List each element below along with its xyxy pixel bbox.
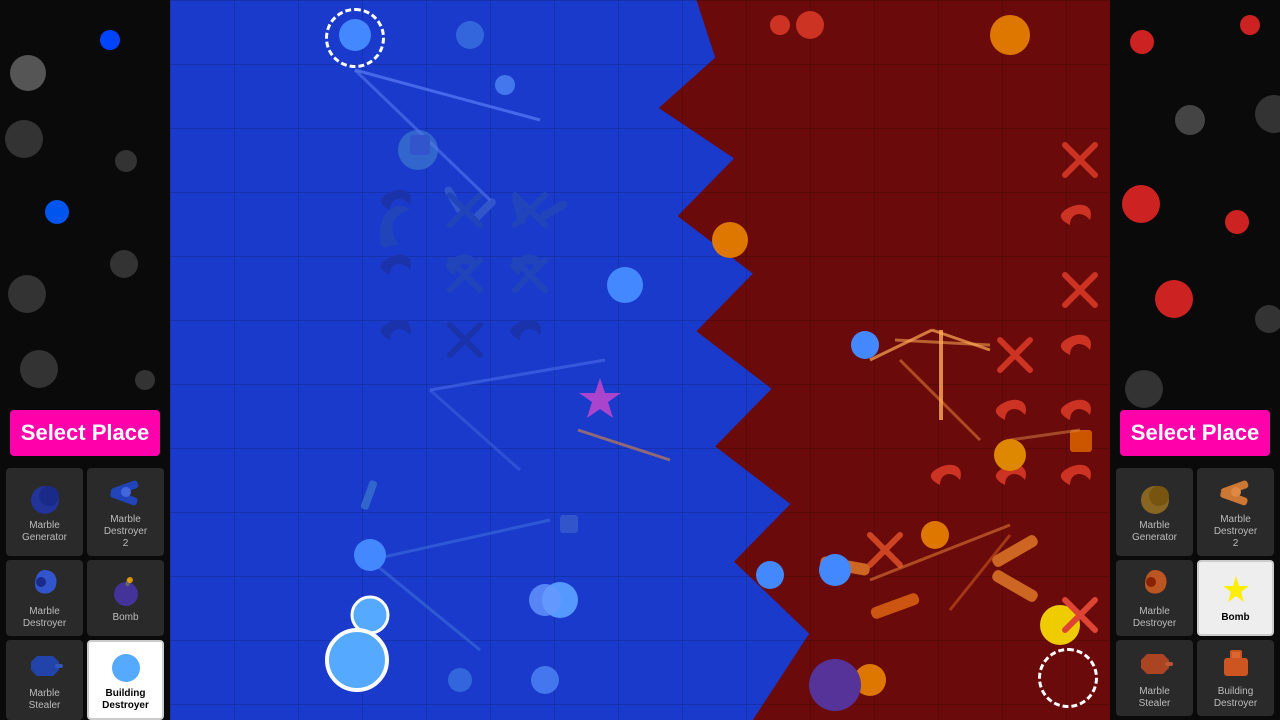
dot: [100, 30, 120, 50]
right-item-marble-destroyer-2[interactable]: MarbleDestroyer2: [1197, 468, 1274, 556]
left-item-label: MarbleDestroyer2: [104, 514, 147, 550]
blue-selected-preview: [325, 628, 389, 692]
left-item-marble-destroyer-2[interactable]: MarbleDestroyer2: [87, 468, 164, 556]
marble-stealer-icon: [27, 648, 63, 684]
right-marble-stealer-icon: [1137, 646, 1173, 682]
left-item-marble-destroyer[interactable]: MarbleDestroyer: [6, 560, 83, 636]
dot: [1155, 280, 1193, 318]
right-building-destroyer-icon: [1218, 646, 1254, 682]
left-item-label: MarbleDestroyer: [23, 606, 66, 630]
dot: [1255, 95, 1280, 133]
right-item-label: MarbleGenerator: [1132, 520, 1177, 544]
dot: [45, 200, 69, 224]
right-item-bomb[interactable]: Bomb: [1197, 560, 1274, 636]
dot: [1255, 305, 1280, 333]
dot: [1175, 105, 1205, 135]
left-item-label: MarbleStealer: [29, 688, 61, 712]
bomb-icon: [108, 572, 144, 608]
dot: [1130, 30, 1154, 54]
right-item-marble-stealer[interactable]: MarbleStealer: [1116, 640, 1193, 716]
dot: [1122, 185, 1160, 223]
marble-destroyer-icon: [27, 566, 63, 602]
dot: [115, 150, 137, 172]
marble-destroyer2-icon: [108, 474, 144, 510]
right-sidebar: Select Place MarbleGenerator: [1110, 0, 1280, 720]
marble-gen-icon: [27, 480, 63, 516]
dot: [10, 55, 46, 91]
right-marble-destroyer2-icon: [1218, 474, 1254, 510]
player-circle-right: [1038, 648, 1098, 708]
right-marble-gen-icon: [1137, 480, 1173, 516]
right-item-building-destroyer[interactable]: BuildingDestroyer: [1197, 640, 1274, 716]
right-item-marble-generator[interactable]: MarbleGenerator: [1116, 468, 1193, 556]
right-bomb-icon: [1218, 572, 1254, 608]
right-item-label: MarbleDestroyer: [1133, 606, 1176, 630]
dot: [1240, 15, 1260, 35]
left-item-bomb[interactable]: Bomb: [87, 560, 164, 636]
right-item-marble-destroyer[interactable]: MarbleDestroyer: [1116, 560, 1193, 636]
building-destroyer-icon: [108, 648, 144, 684]
dot: [1125, 370, 1163, 408]
left-item-label: MarbleGenerator: [22, 520, 67, 544]
grid-overlay: [170, 0, 1110, 720]
dot: [110, 250, 138, 278]
right-item-label: MarbleStealer: [1139, 686, 1171, 710]
left-item-label: Bomb: [112, 612, 138, 624]
left-item-label: BuildingDestroyer: [102, 688, 149, 712]
left-item-marble-generator[interactable]: MarbleGenerator: [6, 468, 83, 556]
left-item-marble-stealer[interactable]: MarbleStealer: [6, 640, 83, 720]
game-container: Select Place MarbleGenerator: [0, 0, 1280, 720]
right-marble-destroyer-icon: [1137, 566, 1173, 602]
player-circle-left: [325, 8, 385, 68]
left-sidebar: Select Place MarbleGenerator: [0, 0, 170, 720]
dot: [8, 275, 46, 313]
right-item-label: BuildingDestroyer: [1214, 686, 1257, 710]
dot: [1225, 210, 1249, 234]
right-item-label: MarbleDestroyer2: [1214, 514, 1257, 550]
game-area[interactable]: [170, 0, 1110, 720]
left-item-building-destroyer[interactable]: BuildingDestroyer: [87, 640, 164, 720]
dot: [5, 120, 43, 158]
dot: [135, 370, 155, 390]
dot: [20, 350, 58, 388]
right-item-label: Bomb: [1221, 612, 1249, 624]
